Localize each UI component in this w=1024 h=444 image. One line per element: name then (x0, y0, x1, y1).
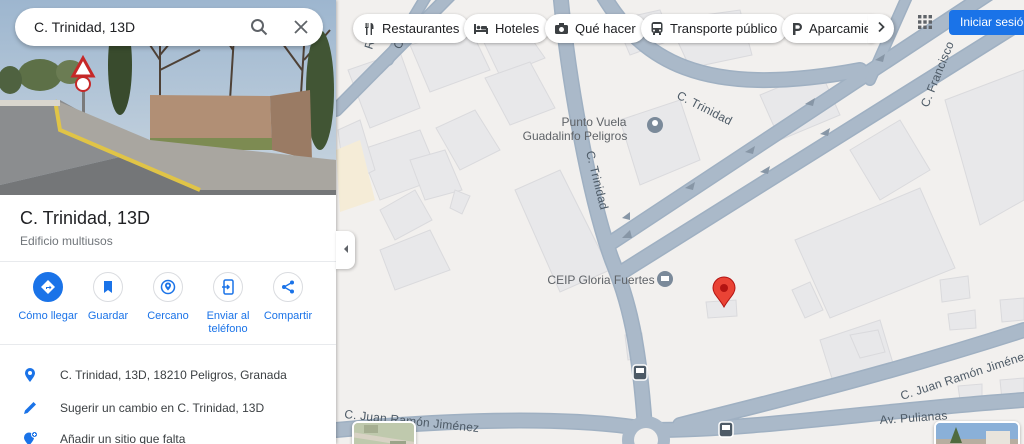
poi-label-guadalinfo-1: Punto Vuela (562, 115, 627, 129)
fork-knife-icon (362, 22, 376, 36)
google-apps-button[interactable] (913, 12, 937, 36)
poi-label-guadalinfo-2: Guadalinfo Peligros (523, 129, 628, 143)
action-label: Enviar al teléfono (206, 310, 250, 335)
directions-icon (33, 272, 63, 302)
search-icon[interactable] (249, 17, 269, 37)
action-label: Cómo llegar (18, 310, 78, 322)
share-icon (273, 272, 303, 302)
collapse-panel-button[interactable] (336, 231, 355, 269)
pencil-icon (21, 399, 39, 417)
layers-toggle-button[interactable] (352, 421, 416, 444)
divider (0, 261, 336, 262)
add-place-icon (21, 430, 39, 444)
nearby-button[interactable]: Cercano (136, 272, 200, 323)
bus-icon (650, 21, 664, 36)
chevron-left-icon (342, 241, 350, 259)
place-category[interactable]: Edificio multiusos (20, 234, 113, 248)
nearby-icon (153, 272, 183, 302)
street-view-thumbnail-button[interactable] (934, 421, 1020, 444)
bed-icon (473, 22, 489, 36)
action-label: Guardar (87, 310, 129, 322)
chip-restaurants[interactable]: Restaurantes (353, 14, 470, 43)
place-details-panel: C. Trinidad, 13D Edificio multiusos Cómo… (0, 0, 336, 444)
address-text: C. Trinidad, 13D, 18210 Peligros, Granad… (60, 368, 287, 382)
directions-button[interactable]: Cómo llegar (16, 272, 80, 323)
divider (0, 344, 336, 345)
share-button[interactable]: Compartir (256, 272, 320, 323)
bus-stop-icon[interactable] (718, 421, 734, 438)
place-title: C. Trinidad, 13D (20, 208, 151, 228)
action-label: Compartir (263, 310, 313, 322)
close-icon[interactable] (291, 17, 311, 37)
sign-in-button[interactable]: Iniciar sesión (949, 10, 1024, 35)
parking-icon (791, 22, 803, 36)
add-missing-place-row[interactable]: Añadir un sitio que falta (0, 424, 336, 444)
address-row[interactable]: C. Trinidad, 13D, 18210 Peligros, Granad… (0, 360, 336, 390)
chip-parking[interactable]: Aparcamiento (782, 14, 882, 43)
send-to-phone-button[interactable]: Enviar al teléfono (196, 272, 260, 336)
grid-icon (918, 14, 932, 34)
bookmark-icon (93, 272, 123, 302)
suggest-edit-text: Sugerir un cambio en C. Trinidad, 13D (60, 401, 265, 415)
chip-label: Qué hacer (575, 21, 636, 36)
chip-public-transport[interactable]: Transporte público (641, 14, 788, 43)
google-maps-app: C. Trinidad C. Trinidad C. Juan Ramón Ji… (0, 0, 1024, 444)
poi-label-ceip: CEIP Gloria Fuertes (547, 273, 654, 287)
add-missing-place-text: Añadir un sitio que falta (60, 432, 186, 444)
camera-icon (554, 22, 569, 36)
send-to-phone-icon (213, 272, 243, 302)
satellite-thumbnail (354, 423, 414, 444)
action-buttons-row: Cómo llegar Guardar Cercano Enviar al te… (0, 272, 336, 342)
chip-label: Transporte público (670, 21, 778, 36)
chip-things-to-do[interactable]: Qué hacer (545, 14, 646, 43)
chip-label: Hoteles (495, 21, 540, 36)
action-label: Cercano (147, 310, 189, 322)
chip-label: Restaurantes (382, 21, 460, 36)
chip-hotels[interactable]: Hoteles (464, 14, 550, 43)
location-pin-icon (21, 366, 39, 384)
save-button[interactable]: Guardar (76, 272, 140, 323)
bus-stop-icon[interactable] (632, 364, 648, 381)
search-input[interactable] (34, 12, 234, 42)
search-bar (15, 8, 323, 46)
street-view-thumbnail (936, 423, 1018, 444)
chevron-right-icon (876, 20, 886, 38)
suggest-edit-row[interactable]: Sugerir un cambio en C. Trinidad, 13D (0, 393, 336, 423)
